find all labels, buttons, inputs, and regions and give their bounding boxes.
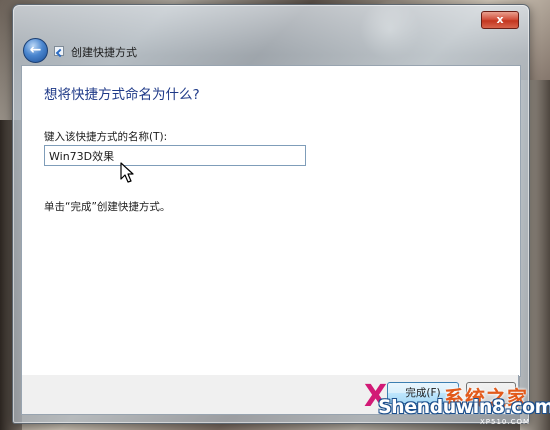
shortcut-name-input[interactable] [44, 145, 306, 166]
create-shortcut-dialog: x ← 创建快捷方式 想将快捷方式命名为什么? 键入该快捷方式的名称(T): 单… [12, 4, 530, 424]
shortcut-app-icon [54, 46, 64, 56]
window-title: 创建快捷方式 [71, 46, 137, 59]
close-icon[interactable]: x [481, 11, 519, 29]
shortcut-name-label: 键入该快捷方式的名称(T): [44, 131, 168, 143]
finish-hint: 单击“完成”创建快捷方式。 [44, 201, 171, 213]
page-heading: 想将快捷方式命名为什么? [44, 87, 200, 103]
watermark-sub: XP510.COM [480, 418, 531, 426]
title-bar: ← 创建快捷方式 [21, 35, 501, 67]
wizard-content: 想将快捷方式命名为什么? 键入该快捷方式的名称(T): 单击“完成”创建快捷方式… [21, 65, 521, 377]
site-watermark: X 系统之家 Shenduwin8.com XP510.COM [364, 380, 550, 430]
mouse-cursor-icon [120, 162, 134, 183]
back-arrow-icon[interactable]: ← [23, 38, 48, 63]
watermark-english: Shenduwin8.com [378, 396, 550, 418]
